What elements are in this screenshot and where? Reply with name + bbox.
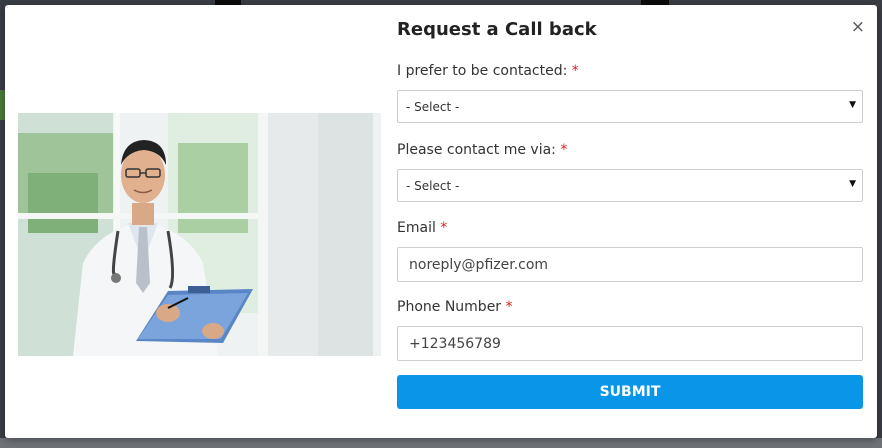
required-marker: * [505, 299, 513, 315]
select-value: - Select - [406, 100, 460, 114]
contact-method-select[interactable]: - Select - ▼ [397, 169, 863, 202]
required-marker: * [560, 142, 568, 158]
doctor-photo [18, 113, 381, 356]
request-callback-modal: × Request a Call back I prefer to be con… [5, 5, 877, 438]
email-label: Email * [397, 220, 448, 236]
backdrop-bottom-bar [0, 438, 882, 448]
preferred-time-select[interactable]: - Select - ▼ [397, 90, 863, 123]
phone-value: +123456789 [409, 336, 501, 352]
email-field[interactable]: noreply@pfizer.com [397, 247, 863, 282]
contact-method-label: Please contact me via: * [397, 142, 568, 158]
phone-field[interactable]: +123456789 [397, 326, 863, 361]
submit-button[interactable]: SUBMIT [397, 375, 863, 409]
chevron-down-icon: ▼ [849, 100, 856, 110]
modal-title: Request a Call back [397, 19, 597, 40]
select-value: - Select - [406, 179, 460, 193]
chevron-down-icon: ▼ [849, 179, 856, 189]
email-value: noreply@pfizer.com [409, 257, 549, 273]
preferred-time-label: I prefer to be contacted: * [397, 63, 579, 79]
phone-label: Phone Number * [397, 299, 513, 315]
close-icon[interactable]: × [851, 19, 865, 36]
required-marker: * [440, 220, 448, 236]
required-marker: * [571, 63, 579, 79]
